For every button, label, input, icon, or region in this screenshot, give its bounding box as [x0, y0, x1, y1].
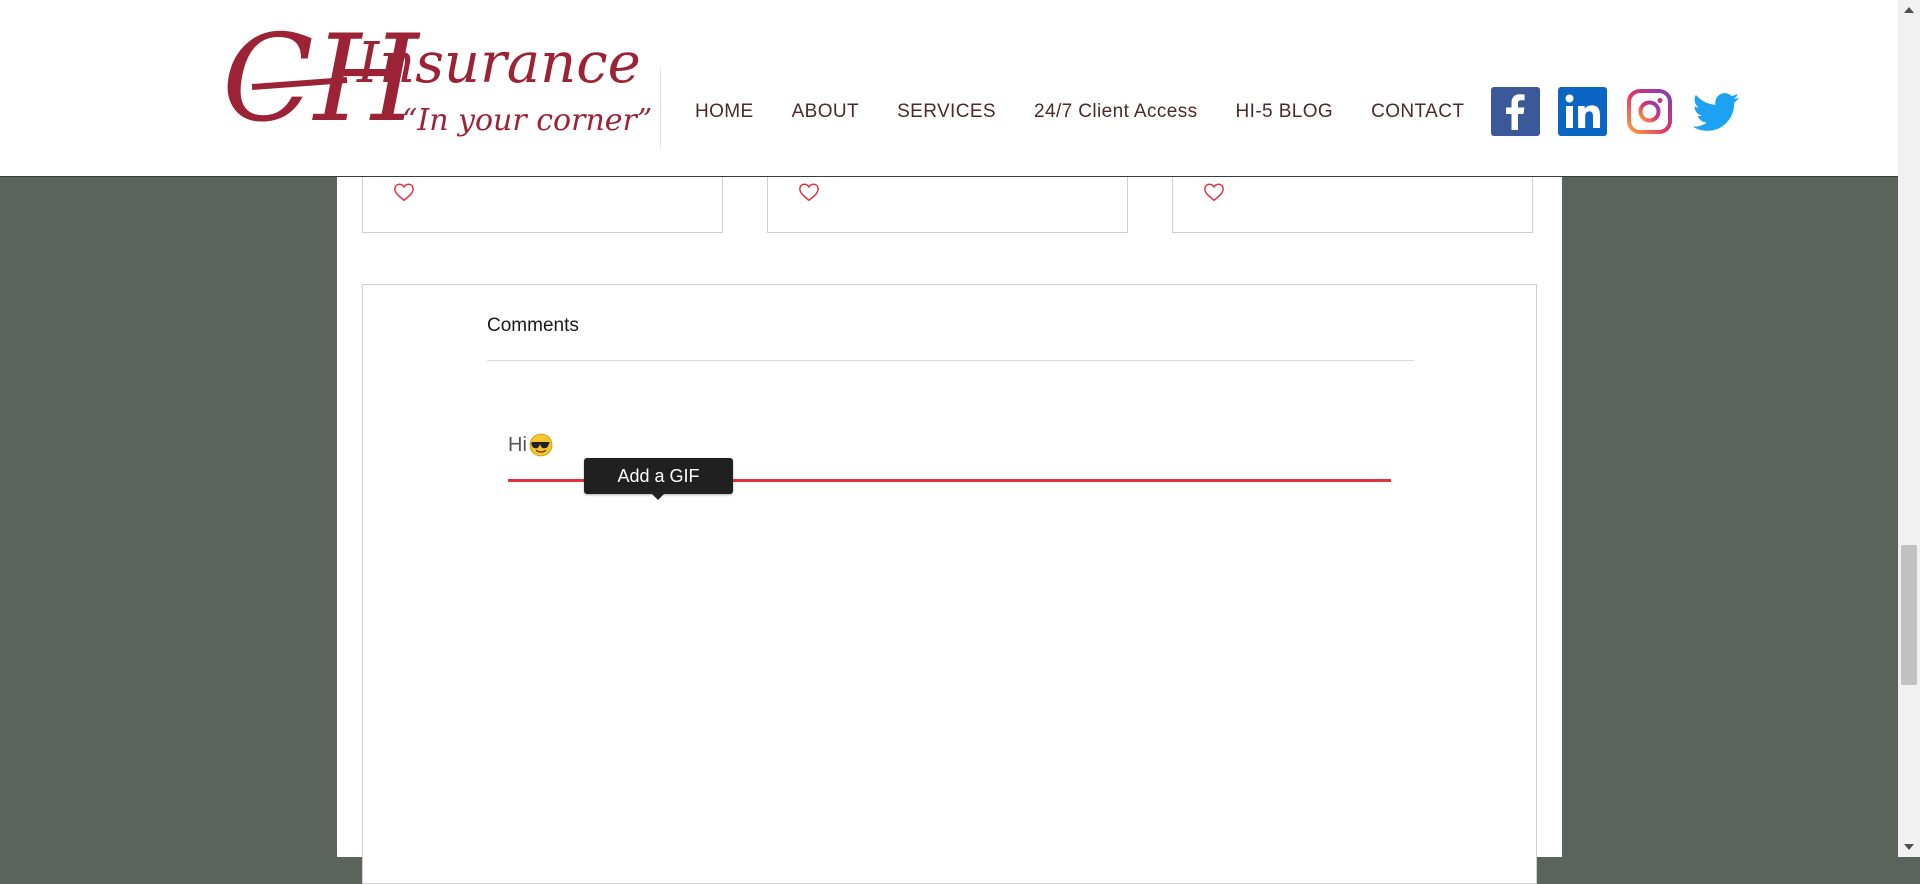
related-post-card[interactable]: [362, 176, 723, 233]
sunglasses-emoji-icon: [529, 433, 553, 457]
ch-insurance-logo[interactable]: CH Insurance “In your corner”: [222, 10, 662, 149]
comments-divider: [487, 360, 1414, 361]
tooltip-arrow: [652, 494, 664, 500]
blog-post-panel: Comments Hi Add a GIF: [337, 176, 1562, 884]
related-post-card[interactable]: [1172, 176, 1533, 233]
comments-section: Comments Hi Add a GIF: [362, 284, 1537, 884]
facebook-icon[interactable]: [1491, 87, 1540, 136]
related-post-card[interactable]: [767, 176, 1128, 233]
svg-text:Insurance: Insurance: [356, 31, 641, 96]
nav-home[interactable]: HOME: [676, 101, 773, 123]
add-gif-tooltip-label: Add a GIF: [617, 465, 700, 486]
nav-client-access[interactable]: 24/7 Client Access: [1015, 101, 1217, 123]
nav-contact[interactable]: CONTACT: [1352, 101, 1483, 123]
site-header: CH Insurance “In your corner” HOME ABOUT…: [0, 0, 1898, 177]
scroll-down-icon[interactable]: [1904, 844, 1914, 850]
twitter-icon[interactable]: [1692, 87, 1741, 136]
svg-text:“In your corner”: “In your corner”: [402, 103, 652, 138]
comments-title: Comments: [487, 315, 579, 336]
scroll-up-icon[interactable]: [1904, 7, 1914, 13]
heart-icon[interactable]: [798, 181, 820, 203]
page-scrollbar[interactable]: [1898, 0, 1920, 857]
nav-services[interactable]: SERVICES: [878, 101, 1015, 123]
add-gif-tooltip[interactable]: Add a GIF: [584, 458, 733, 500]
logo-divider: [660, 68, 661, 148]
nav-about[interactable]: ABOUT: [773, 101, 878, 123]
heart-icon[interactable]: [393, 181, 415, 203]
social-links: [1491, 87, 1741, 136]
main-nav: HOME ABOUT SERVICES 24/7 Client Access H…: [676, 96, 1483, 128]
instagram-icon[interactable]: [1625, 87, 1674, 136]
heart-icon[interactable]: [1203, 181, 1225, 203]
scrollbar-thumb[interactable]: [1901, 545, 1917, 685]
comment-input-text: Hi: [508, 433, 527, 456]
linkedin-icon[interactable]: [1558, 87, 1607, 136]
nav-blog[interactable]: HI-5 BLOG: [1217, 101, 1353, 123]
